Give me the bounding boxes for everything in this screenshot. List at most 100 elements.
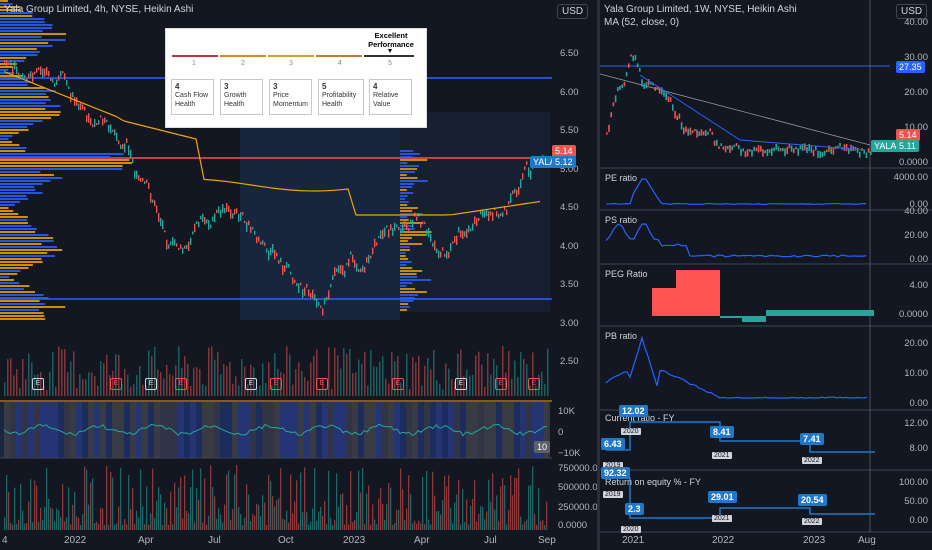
bottom-volume-bar [504,485,506,530]
volume-bar [211,346,213,396]
bottom-volume-bar [184,475,186,530]
earnings-icon[interactable]: E [175,378,187,390]
candle [152,199,154,203]
earnings-icon[interactable]: E [392,378,404,390]
bottom-volume-bar [64,521,66,530]
candle [164,230,166,233]
candle [218,206,220,214]
volume-bar [205,385,207,396]
osc-band [100,402,106,458]
candle [338,265,340,274]
bottom-volume-bar [200,468,202,530]
volume-bar [85,379,87,396]
earnings-icon[interactable]: E [245,378,257,390]
candle [268,250,270,261]
profile-bar [0,21,45,23]
profile-bar [400,186,413,188]
candle [312,289,314,299]
earnings-icon[interactable]: E [32,378,44,390]
ps-axis-20: 20.00 [904,230,928,241]
volume-bar [10,358,12,396]
profile-bar [0,231,36,233]
candle [44,68,46,77]
bottom-volume-bar [460,524,462,530]
peg-bar [652,288,676,316]
earnings-icon[interactable]: E [455,378,467,390]
candle [4,60,6,63]
profile-bar [0,153,124,155]
bottom-volume-bar [128,474,130,530]
bottom-volume-bar [108,524,110,530]
right-chart-pane[interactable]: Yala Group Limited, 1W, NYSE, Heikin Ash… [600,0,932,550]
bottom-volume-bar [88,504,90,530]
profile-bar [400,240,408,242]
left-chart-pane[interactable]: Yala Group Limited, 4h, NYSE, Heikin Ash… [0,0,597,550]
candle [392,228,394,236]
volume-bar [94,376,96,396]
time-axis-apr: Apr [138,535,154,546]
bottom-volume-bar [212,487,214,530]
osc-band [328,402,334,458]
vol-axis-750k: 750000.00 [558,463,597,474]
left-price-axis-label: 2.50 [560,356,579,367]
bottom-volume-bar [52,508,54,530]
candle [310,293,312,298]
weekly-candle [786,146,788,154]
volume-bar [418,355,420,396]
candle [210,224,212,229]
right-chart-canvas[interactable] [600,0,932,550]
bottom-volume-bar [54,521,56,530]
candle [60,70,62,77]
weekly-candle [779,148,782,152]
profile-bar [0,312,44,314]
earnings-icon[interactable]: E [145,378,157,390]
volume-bar [166,364,168,396]
volume-bar [202,384,204,396]
weekly-candle [720,143,722,147]
bottom-volume-bar [26,522,28,530]
osc-band [322,402,328,458]
weekly-candle [612,102,615,107]
candle [424,221,426,225]
bottom-volume-bar [228,470,230,530]
bottom-volume-bar [106,465,108,530]
bottom-volume-bar [6,474,8,530]
earnings-icon[interactable]: E [528,378,540,390]
candle [472,223,474,231]
earnings-icon[interactable]: E [495,378,507,390]
bottom-volume-bar [488,479,490,530]
bottom-volume-bar [366,493,368,530]
osc-band [406,402,412,458]
card-cash-flow: 4 Cash Flow Health [171,79,214,115]
candle [508,200,510,205]
candle [126,138,128,143]
volume-bar [292,384,294,396]
profile-bar [0,261,43,263]
earnings-icon[interactable]: E [316,378,328,390]
candle [14,60,16,70]
ps-title: PS ratio [605,215,638,225]
bottom-volume-bar [68,487,70,530]
candle [112,129,114,132]
candle [314,294,316,301]
r-time-2022: 2022 [712,535,735,546]
candle [82,104,84,110]
candle [216,209,218,213]
bottom-volume-bar [132,487,134,530]
volume-bar [514,360,516,396]
candle [354,259,356,268]
profile-bar [0,309,39,311]
earnings-icon[interactable]: E [110,378,122,390]
volume-bar [523,358,525,396]
weekly-candle [755,147,758,152]
bottom-volume-bar [286,510,288,530]
cr-year-2021: 2021 [712,452,732,459]
left-price-axis-label: 5.50 [560,125,579,136]
earnings-icon[interactable]: E [270,378,282,390]
volume-bar [493,358,495,396]
bottom-volume-bar [342,493,344,530]
bottom-volume-bar [452,523,454,530]
weekly-candle [634,54,637,61]
bottom-volume-bar [258,504,260,530]
left-currency-button[interactable]: USD [557,4,589,19]
